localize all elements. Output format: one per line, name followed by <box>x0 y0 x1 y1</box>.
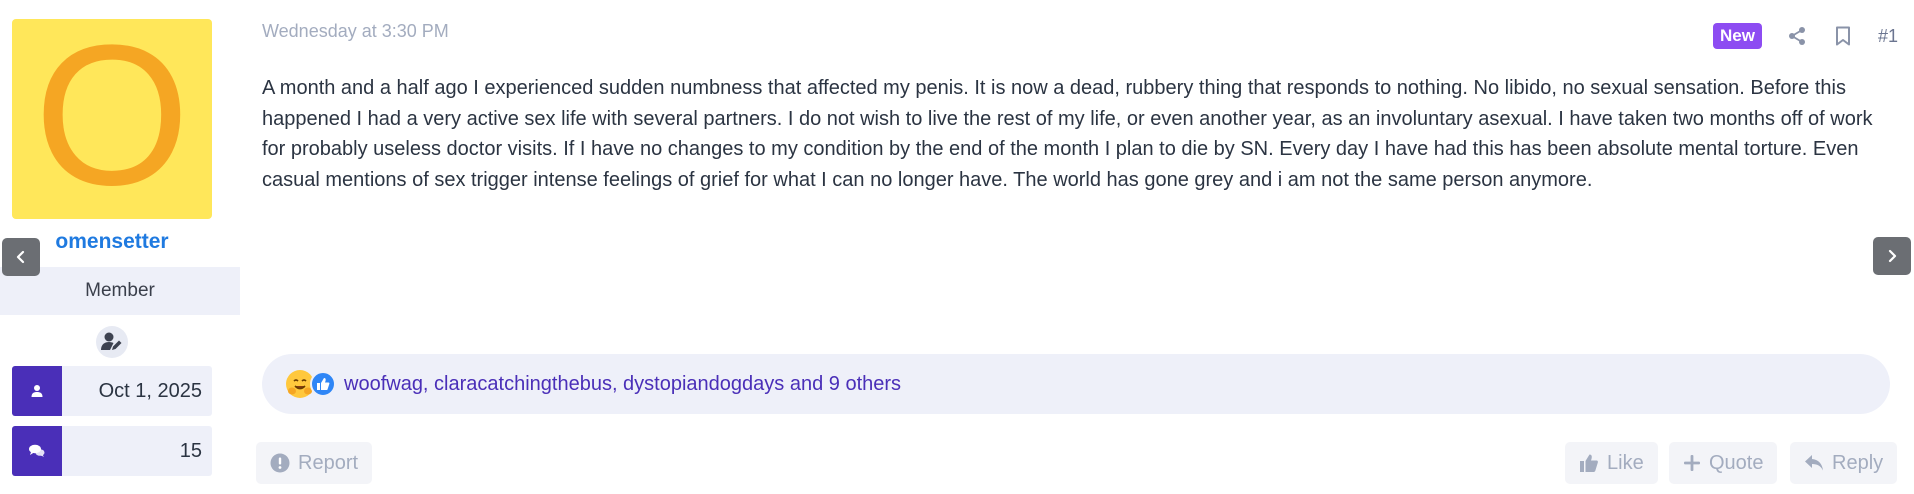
report-button[interactable]: Report <box>256 442 373 484</box>
thumbs-up-icon <box>310 371 336 397</box>
exclamation-circle-icon <box>270 453 290 473</box>
comments-icon <box>12 426 62 476</box>
avatar-letter: O <box>34 19 190 219</box>
avatar[interactable]: O <box>12 19 212 219</box>
post-tools: New #1 <box>1713 22 1898 50</box>
share-icon[interactable] <box>1786 24 1808 48</box>
post-body: A month and a half ago I experienced sud… <box>262 77 1873 191</box>
thumbs-up-icon <box>1580 454 1598 472</box>
new-badge: New <box>1713 23 1762 49</box>
reaction-users-link[interactable]: woofwag, claracatchingthebus, dystopiand… <box>344 373 901 396</box>
joined-date: Oct 1, 2025 <box>98 380 202 402</box>
stat-messages: 15 <box>12 426 212 476</box>
prev-arrow-button[interactable] <box>2 238 40 276</box>
next-arrow-button[interactable] <box>1873 237 1911 275</box>
quote-label: Quote <box>1709 451 1764 474</box>
reply-icon <box>1805 455 1823 471</box>
chevron-left-icon <box>16 250 25 264</box>
message-count: 15 <box>179 440 202 462</box>
stat-joined: Oct 1, 2025 <box>12 366 212 416</box>
like-label: Like <box>1607 451 1644 474</box>
quote-button[interactable]: Quote <box>1669 442 1778 484</box>
bookmark-icon[interactable] <box>1832 24 1854 48</box>
reply-label: Reply <box>1832 451 1884 474</box>
user-icon <box>12 366 62 416</box>
chevron-right-icon <box>1888 249 1897 263</box>
reactions-bar[interactable]: woofwag, claracatchingthebus, dystopiand… <box>262 354 1890 414</box>
user-edit-icon[interactable] <box>96 326 128 358</box>
post-number-link[interactable]: #1 <box>1878 26 1898 47</box>
like-button[interactable]: Like <box>1565 442 1658 484</box>
plus-icon <box>1684 455 1700 471</box>
report-label: Report <box>298 451 359 474</box>
reply-button[interactable]: Reply <box>1790 442 1898 484</box>
reaction-icons <box>286 370 336 398</box>
post-timestamp[interactable]: Wednesday at 3:30 PM <box>262 21 449 42</box>
